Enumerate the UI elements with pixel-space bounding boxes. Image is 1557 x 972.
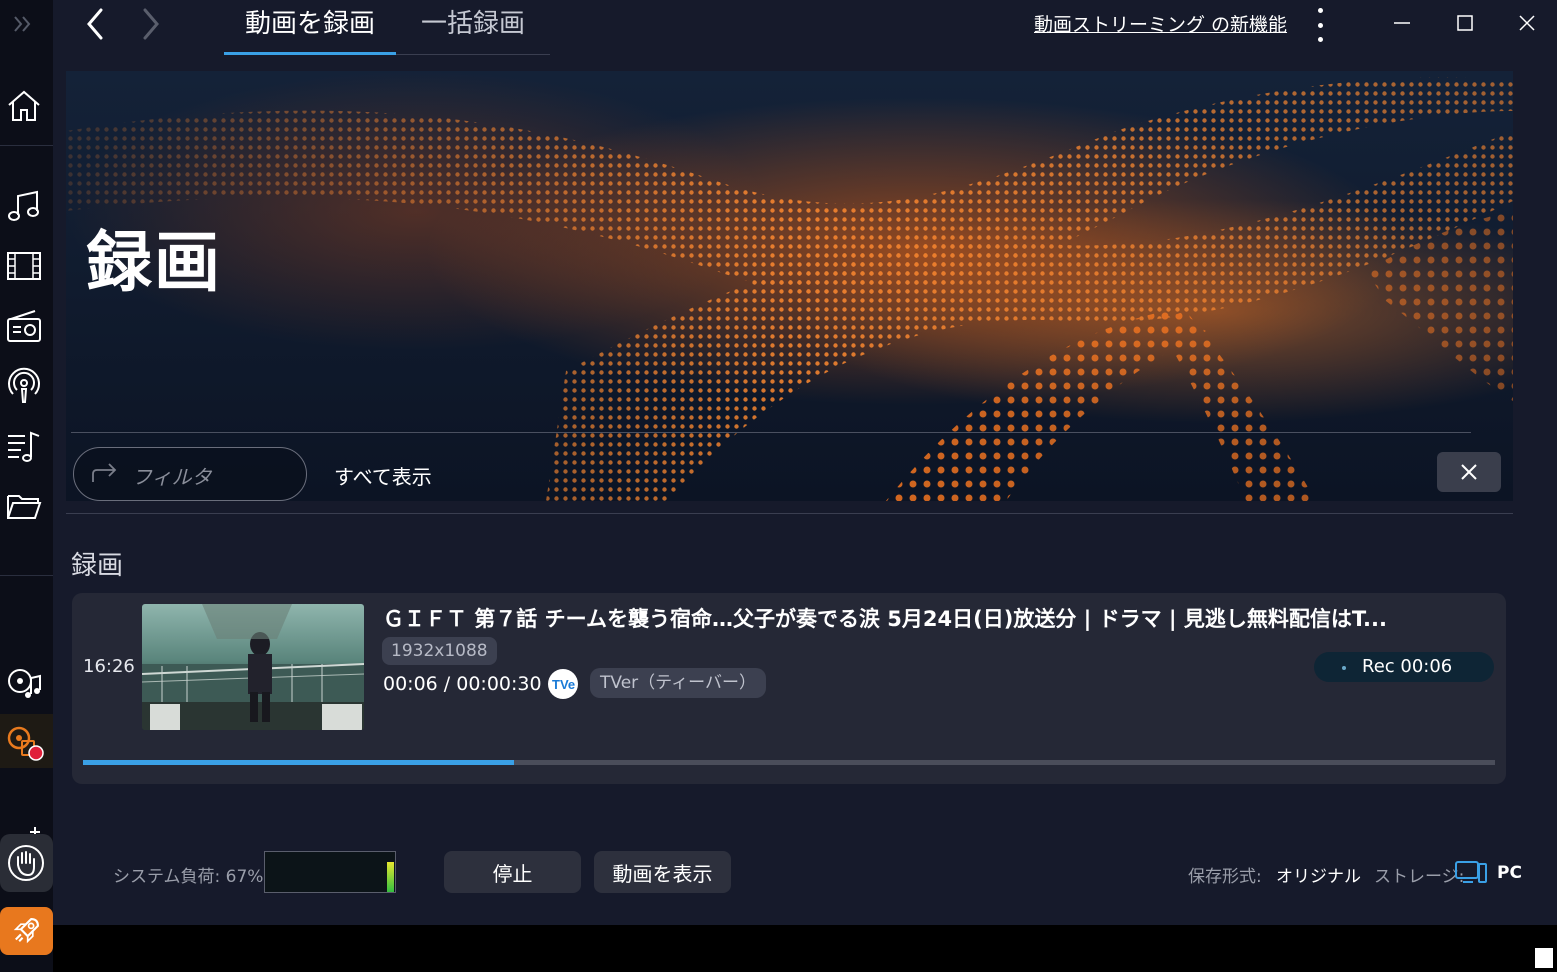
filter-placeholder: フィルタ (132, 465, 212, 489)
divider (0, 575, 53, 576)
hero-banner: 録画 フィルタ すべて表示 (66, 71, 1513, 501)
format-value[interactable]: オリジナル (1276, 862, 1361, 887)
system-load-value: 67% (225, 867, 264, 887)
stop-button[interactable]: 停止 (444, 851, 581, 893)
more-menu-button[interactable] (1310, 8, 1330, 42)
divider (0, 145, 53, 146)
minimize-icon (1394, 22, 1410, 24)
playlist-icon (8, 431, 40, 462)
chevron-left-icon (87, 8, 103, 40)
folder-icon (7, 495, 42, 519)
film-icon (7, 252, 41, 280)
page-title: 録画 (86, 224, 222, 301)
rocket-icon (13, 918, 39, 944)
close-icon (1519, 15, 1535, 31)
section-title: 録画 (71, 551, 124, 581)
storage-label: ストレージ: (1374, 867, 1465, 887)
recording-time: 16:26 (83, 656, 135, 677)
resolution-badge: 1932x1088 (382, 637, 497, 665)
show-all-label[interactable]: すべて表示 (334, 461, 432, 490)
filter-input[interactable]: フィルタ (73, 447, 307, 501)
dot-icon (1317, 37, 1323, 42)
expand-icon (14, 16, 31, 32)
corner-marker (1535, 948, 1553, 968)
whats-new-link[interactable]: 動画ストリーミング の新機能 (1034, 10, 1287, 37)
hand-icon (8, 845, 44, 881)
sidebar (0, 0, 53, 972)
sidebar-item-files[interactable] (4, 486, 44, 526)
recording-status-text: Rec 00:06 (1362, 656, 1453, 677)
maximize-button[interactable] (1442, 0, 1488, 46)
app-window: 動画を録画 一括録画 動画ストリーミング の新機能 録画 フィルタ すべて表示 … (0, 0, 1557, 925)
sidebar-item-music[interactable] (4, 186, 44, 226)
chevron-right-icon (143, 8, 159, 40)
tab-bar: 動画を録画 一括録画 (224, 0, 550, 55)
radio-icon (7, 310, 41, 342)
back-button[interactable] (80, 6, 110, 42)
divider (71, 432, 1471, 433)
close-icon (1461, 464, 1477, 480)
system-load-graph (264, 851, 396, 893)
sidebar-item-video[interactable] (4, 246, 44, 286)
storage-value[interactable]: PC (1497, 863, 1522, 883)
sidebar-item-boost[interactable] (0, 907, 53, 955)
show-video-button[interactable]: 動画を表示 (594, 851, 731, 893)
source-badge: TVer（ティーバー） (590, 668, 766, 698)
progress-fill (83, 760, 514, 765)
sidebar-item-music-recorder[interactable] (4, 661, 44, 701)
recording-progress-text: 00:06 / 00:00:30 (383, 673, 542, 695)
music-recorder-icon (8, 669, 41, 698)
recording-item[interactable]: 16:26 ＧＩＦＴ 第７話 チームを襲う宿命…父子が奏でる涙 5月24日(日)… (72, 593, 1506, 784)
abstract-wave-art (66, 77, 1513, 501)
sidebar-item-hand[interactable] (0, 834, 53, 892)
tab-record-video[interactable]: 動画を録画 (224, 0, 396, 55)
load-spike (387, 862, 394, 892)
forward-button[interactable] (136, 6, 166, 42)
close-window-button[interactable] (1504, 0, 1550, 46)
pc-icon[interactable] (1455, 860, 1487, 886)
svg-text:TVer: TVer (552, 677, 576, 692)
sidebar-item-video-recorder[interactable] (0, 714, 53, 768)
tab-batch-record[interactable]: 一括録画 (396, 0, 550, 52)
dot-icon (1317, 22, 1323, 28)
recording-status: Rec 00:06 (1314, 652, 1494, 682)
sidebar-item-playlist[interactable] (4, 426, 44, 466)
recording-progress-bar (83, 760, 1495, 765)
recording-title: ＧＩＦＴ 第７話 チームを襲う宿命…父子が奏でる涙 5月24日(日)放送分 | … (383, 607, 1387, 631)
podcast-icon (8, 367, 40, 403)
expand-sidebar-button[interactable] (4, 4, 44, 44)
video-thumbnail[interactable] (142, 604, 364, 730)
clear-filter-button[interactable] (1437, 452, 1501, 492)
sidebar-item-podcast[interactable] (4, 366, 44, 406)
system-load-label: システム負荷: 67% (113, 867, 264, 887)
maximize-icon (1457, 15, 1473, 31)
sidebar-item-radio[interactable] (4, 306, 44, 346)
dot-icon (1317, 8, 1323, 13)
home-icon (8, 90, 40, 121)
thumbnail-scene (142, 604, 364, 730)
tver-logo-icon: TVer (548, 669, 578, 699)
format-label: 保存形式: (1188, 867, 1262, 887)
music-icon (8, 190, 39, 221)
forward-arrow-icon (92, 463, 117, 482)
minimize-button[interactable] (1379, 0, 1425, 46)
status-dot-icon (1342, 666, 1346, 670)
sidebar-item-home[interactable] (4, 86, 44, 126)
divider (66, 513, 1513, 514)
video-recorder-icon (7, 726, 44, 761)
